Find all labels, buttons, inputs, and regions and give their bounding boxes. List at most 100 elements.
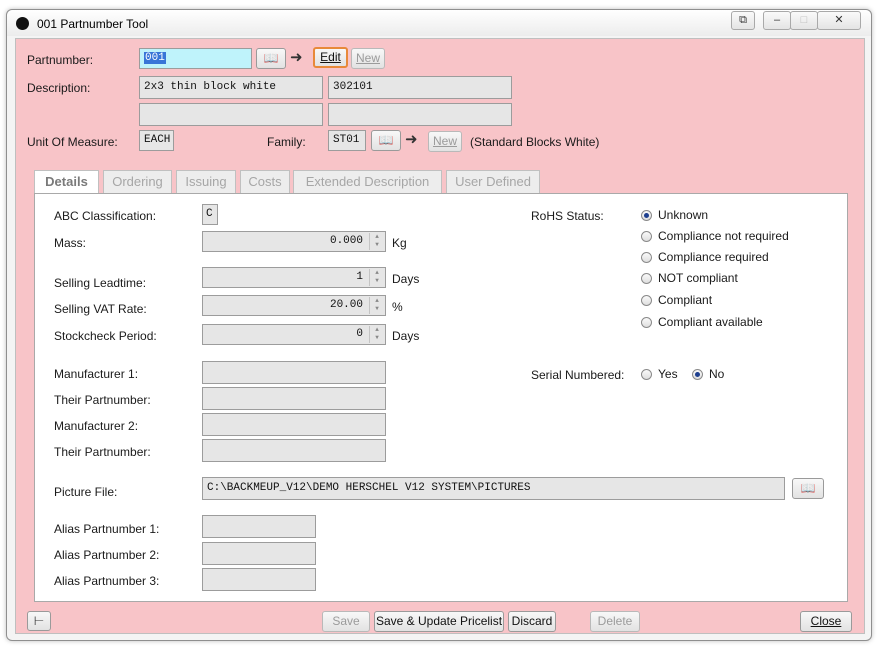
tab-costs[interactable]: Costs: [240, 170, 290, 193]
family-description: (Standard Blocks White): [470, 135, 600, 149]
uom-label: Unit Of Measure:: [27, 135, 118, 149]
delete-button: Delete: [590, 611, 640, 632]
maximize-button: □: [790, 11, 818, 30]
selling-leadtime-label: Selling Leadtime:: [54, 276, 147, 290]
selling-vat-input[interactable]: 20.00 ▲ ▼: [202, 295, 386, 316]
their-partnumber-1-label: Their Partnumber:: [54, 393, 151, 407]
their-partnumber-1-input[interactable]: [202, 387, 386, 410]
rohs-not-required-radio[interactable]: [641, 231, 652, 242]
picture-browse-button[interactable]: 📖: [792, 478, 824, 499]
rohs-not-required-label[interactable]: Compliance not required: [658, 229, 789, 243]
partnumber-input[interactable]: 001: [139, 48, 252, 69]
alias-partnumber-1-input[interactable]: [202, 515, 316, 538]
leadtime-value: 1: [356, 271, 363, 283]
title-bar: 001 Partnumber Tool ⧉ – □ ✕: [7, 10, 871, 36]
goto-arrow-icon[interactable]: ➜: [290, 48, 303, 66]
leadtime-spinner[interactable]: ▲ ▼: [369, 269, 384, 286]
stockcheck-value: 0: [356, 328, 363, 340]
stockcheck-spinner[interactable]: ▲ ▼: [369, 326, 384, 343]
serial-numbered-label: Serial Numbered:: [531, 368, 625, 382]
alias-partnumber-3-input[interactable]: [202, 568, 316, 591]
manufacturer-1-label: Manufacturer 1:: [54, 367, 139, 381]
close-button-label: Close: [810, 614, 842, 628]
family-new-button: New: [428, 131, 462, 152]
edit-button[interactable]: Edit: [313, 47, 348, 68]
tab-extended-description[interactable]: Extended Description: [293, 170, 442, 193]
serial-no-label[interactable]: No: [709, 367, 724, 381]
description-field-4[interactable]: [328, 103, 512, 126]
their-partnumber-2-input[interactable]: [202, 439, 386, 462]
form-client-area: Partnumber: 001 📖 ➜ Edit New Description…: [15, 38, 865, 634]
book-icon: 📖: [263, 51, 279, 65]
stockcheck-period-input[interactable]: 0 ▲ ▼: [202, 324, 386, 345]
pin-icon: ⊢: [33, 614, 45, 628]
description-field-2[interactable]: 302101: [328, 76, 512, 99]
rohs-status-label: RoHS Status:: [531, 209, 604, 223]
description-field-1[interactable]: 2x3 thin block white: [139, 76, 323, 99]
rohs-compliant-label[interactable]: Compliant: [658, 293, 712, 307]
selling-vat-label: Selling VAT Rate:: [54, 302, 147, 316]
family-new-button-label: New: [432, 134, 457, 148]
pin-button[interactable]: ⊢: [27, 611, 51, 631]
rohs-required-radio[interactable]: [641, 252, 652, 263]
mass-unit: Kg: [392, 236, 407, 250]
abc-classification-label: ABC Classification:: [54, 209, 157, 223]
rohs-compliant-radio[interactable]: [641, 295, 652, 306]
alias-partnumber-1-label: Alias Partnumber 1:: [54, 522, 160, 536]
app-logo-icon: [16, 17, 29, 30]
book-icon: 📖: [800, 481, 816, 495]
their-partnumber-2-label: Their Partnumber:: [54, 445, 151, 459]
new-button: New: [351, 48, 385, 69]
picture-file-input[interactable]: C:\BACKMEUP_V12\DEMO HERSCHEL V12 SYSTEM…: [202, 477, 785, 500]
mass-spinner[interactable]: ▲ ▼: [369, 233, 384, 250]
alias-partnumber-3-label: Alias Partnumber 3:: [54, 574, 160, 588]
rohs-not-compliant-label[interactable]: NOT compliant: [658, 271, 738, 285]
mass-input[interactable]: 0.000 ▲ ▼: [202, 231, 386, 252]
close-window-button[interactable]: ✕: [817, 11, 861, 30]
family-field[interactable]: ST01: [328, 130, 366, 151]
mass-label: Mass:: [54, 236, 87, 250]
rohs-compliant-available-radio[interactable]: [641, 317, 652, 328]
book-icon: 📖: [378, 133, 394, 147]
new-button-label: New: [355, 51, 380, 65]
leadtime-unit: Days: [392, 272, 420, 286]
close-button[interactable]: Close: [800, 611, 852, 632]
manufacturer-1-input[interactable]: [202, 361, 386, 384]
serial-yes-label[interactable]: Yes: [658, 367, 678, 381]
save-button: Save: [322, 611, 370, 632]
partnumber-tool-window: 001 Partnumber Tool ⧉ – □ ✕ Partnumber: …: [6, 9, 872, 641]
uom-field[interactable]: EACH: [139, 130, 174, 151]
tab-issuing[interactable]: Issuing: [176, 170, 236, 193]
rohs-not-compliant-radio[interactable]: [641, 273, 652, 284]
edit-button-label: Edit: [320, 50, 341, 64]
partnumber-label: Partnumber:: [27, 53, 94, 67]
tab-ordering[interactable]: Ordering: [103, 170, 172, 193]
alias-partnumber-2-input[interactable]: [202, 542, 316, 565]
stockcheck-unit: Days: [392, 329, 420, 343]
selling-leadtime-input[interactable]: 1 ▲ ▼: [202, 267, 386, 288]
rohs-compliant-available-label[interactable]: Compliant available: [658, 315, 763, 329]
abc-classification-field[interactable]: C: [202, 204, 218, 225]
stockcheck-period-label: Stockcheck Period:: [54, 329, 157, 343]
serial-yes-radio[interactable]: [641, 369, 652, 380]
rohs-required-label[interactable]: Compliance required: [658, 250, 769, 264]
partnumber-lookup-button[interactable]: 📖: [256, 48, 286, 69]
minimize-button[interactable]: –: [763, 11, 791, 30]
description-field-3[interactable]: [139, 103, 323, 126]
vat-spinner[interactable]: ▲ ▼: [369, 297, 384, 314]
serial-no-radio[interactable]: [692, 369, 703, 380]
rohs-unknown-radio[interactable]: [641, 210, 652, 221]
manufacturer-2-input[interactable]: [202, 413, 386, 436]
partnumber-selected-text: 001: [144, 52, 166, 64]
tab-user-defined[interactable]: User Defined: [446, 170, 540, 193]
documents-icon[interactable]: ⧉: [731, 11, 755, 30]
vat-unit: %: [392, 300, 403, 314]
family-lookup-button[interactable]: 📖: [371, 130, 401, 151]
save-update-pricelist-button[interactable]: Save & Update Pricelist: [374, 611, 504, 632]
tab-details[interactable]: Details: [34, 170, 99, 195]
window-title: 001 Partnumber Tool: [37, 17, 149, 31]
discard-button[interactable]: Discard: [508, 611, 556, 632]
family-goto-arrow-icon[interactable]: ➜: [405, 130, 418, 148]
rohs-unknown-label[interactable]: Unknown: [658, 208, 708, 222]
mass-value: 0.000: [329, 235, 363, 247]
